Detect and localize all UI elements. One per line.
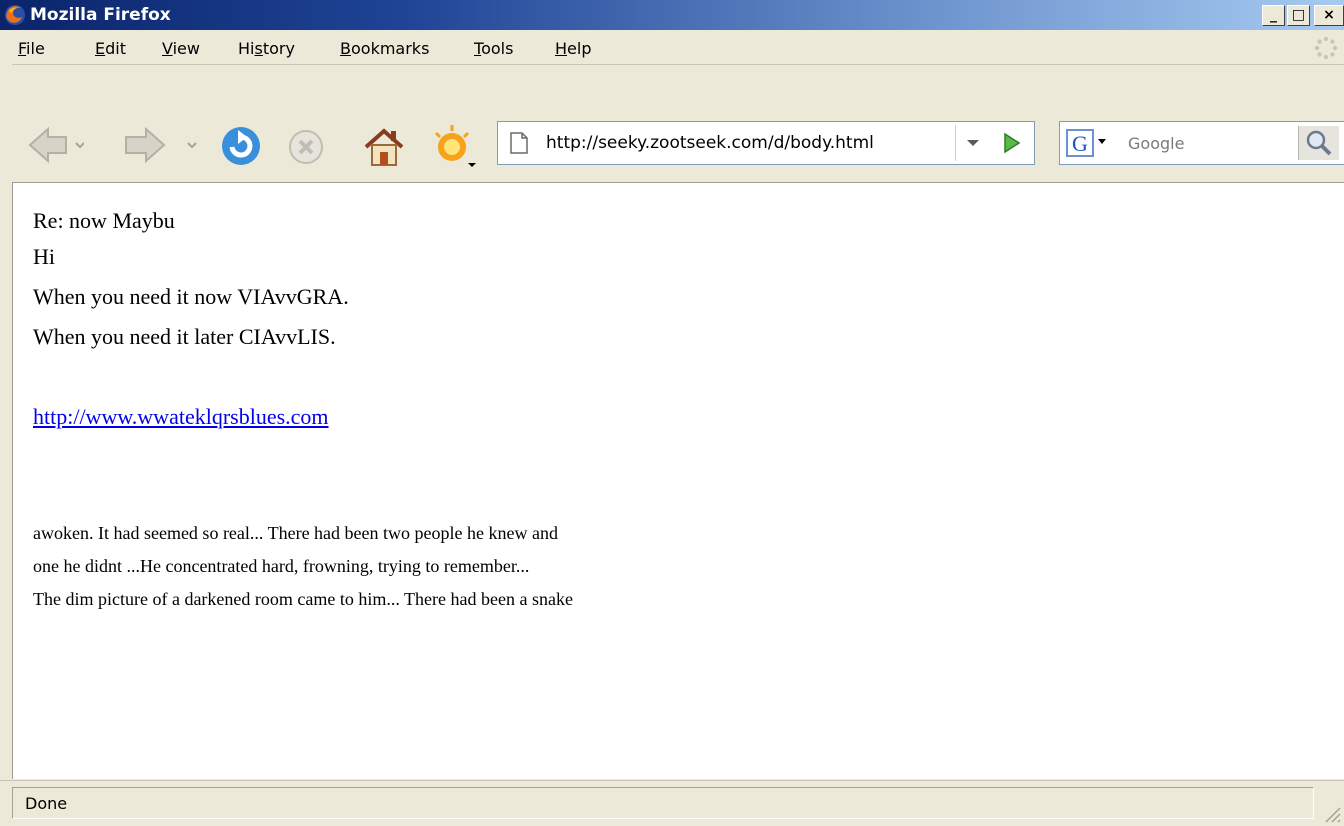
search-button[interactable] [1298,126,1339,160]
menu-history[interactable]: History [238,39,295,58]
reload-icon[interactable] [220,125,262,167]
minimize-icon: _ [1270,7,1277,23]
menu-view-accel: V [162,39,173,58]
search-icon [1306,130,1332,156]
go-button[interactable] [993,125,1029,161]
url-history-dropdown[interactable] [955,125,990,161]
menu-file-rest: ile [26,39,45,58]
menu-help[interactable]: Help [555,39,591,58]
maximize-icon: □ [1291,7,1306,23]
browser-window: Mozilla Firefox _ □ × File Edit View His… [0,0,1344,826]
email-subject: Re: now Maybu [33,208,175,233]
chevron-down-icon [967,140,979,146]
bookmark-star-icon[interactable] [430,123,480,171]
throbber-icon [1314,36,1338,60]
menu-history-accel: s [254,39,263,58]
greeting: Hi [33,244,55,269]
paragraph-line-3: The dim picture of a darkened room came … [33,589,573,609]
menu-edit-rest: dit [105,39,126,58]
spam-link[interactable]: http://www.wwateklqrsblues.com [33,404,329,430]
url-bar[interactable]: http://seeky.zootseek.com/d/body.html [497,121,1035,165]
firefox-icon [5,5,25,25]
paragraph-line-2: one he didnt ...He concentrated hard, fr… [33,556,530,576]
menu-view-rest: iew [172,39,200,58]
maximize-button[interactable]: □ [1287,5,1310,26]
status-panel: Done [12,787,1314,819]
menu-bookmarks[interactable]: Bookmarks [340,39,429,58]
status-text: Done [25,794,68,813]
engine-dropdown-icon[interactable] [1098,139,1106,144]
page-content: Re: now Maybu Hi When you need it now VI… [12,182,1344,779]
menu-edit[interactable]: Edit [95,39,126,58]
menu-tools[interactable]: Tools [474,39,513,58]
menu-tools-rest: ools [481,39,514,58]
search-bar[interactable]: G Google [1059,121,1344,165]
paragraph-line-1: awoken. It had seemed so real... There h… [33,523,558,543]
menu-file-accel: F [18,39,27,58]
menu-edit-accel: E [95,39,106,58]
body-line-2: When you need it later CIAvvLIS. [33,324,336,349]
minimize-button[interactable]: _ [1262,5,1285,26]
back-arrow-icon[interactable] [26,125,84,165]
menu-tools-accel: T [474,39,482,58]
page-icon [510,132,528,154]
menu-history-rest: tory [262,39,295,58]
menu-help-accel: H [555,39,568,58]
menu-file[interactable]: File [18,39,45,58]
body-line-1: When you need it now VIAvvGRA. [33,284,349,309]
title-bar[interactable]: Mozilla Firefox _ □ × [0,0,1344,30]
stop-icon[interactable] [288,129,324,165]
menu-view[interactable]: View [162,39,200,58]
menu-bookmarks-accel: B [340,39,351,58]
menu-bookmarks-rest: ookmarks [350,39,430,58]
menu-help-rest: elp [567,39,592,58]
google-engine-icon[interactable]: G [1066,129,1094,157]
search-input[interactable]: Google [1128,134,1184,153]
menu-history-pre: Hi [238,39,255,58]
status-bar: Done [0,780,1344,826]
window-left-border [0,30,12,825]
resize-grip-icon[interactable] [1320,802,1342,824]
home-icon[interactable] [362,125,406,167]
forward-arrow-icon[interactable] [118,125,208,165]
go-arrow-icon [1004,132,1021,154]
menu-bar: File Edit View History Bookmarks Tools H… [0,30,1344,65]
close-button[interactable]: × [1314,5,1344,26]
svg-text:G: G [1072,131,1088,156]
window-title: Mozilla Firefox [30,5,171,25]
close-icon: × [1323,7,1335,23]
url-text[interactable]: http://seeky.zootseek.com/d/body.html [546,133,874,153]
